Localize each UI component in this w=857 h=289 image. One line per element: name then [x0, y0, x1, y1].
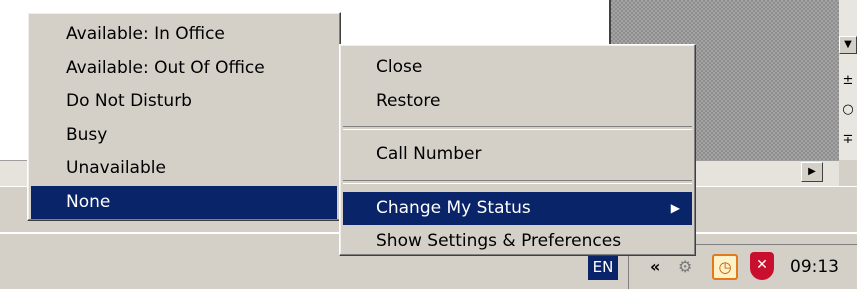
- scroll-prev-icon[interactable]: ±: [840, 74, 856, 88]
- menu-item-label: Do Not Disturb: [66, 91, 192, 111]
- menu-item-available-out-of-office[interactable]: Available: Out Of Office: [28, 52, 340, 86]
- menu-item-label: Call Number: [376, 144, 482, 164]
- menu-item-change-my-status[interactable]: Change My Status ▶: [343, 191, 692, 225]
- security-shield-icon[interactable]: ✕: [750, 252, 774, 280]
- menu-item-label: Unavailable: [66, 158, 166, 178]
- clock[interactable]: 09:13: [790, 254, 839, 280]
- menu-item-label: Available: In Office: [66, 24, 225, 44]
- menu-item-label: Busy: [66, 124, 108, 145]
- menu-separator: [343, 126, 692, 130]
- menu-item-call-number[interactable]: Call Number: [340, 138, 695, 172]
- menu-item-do-not-disturb[interactable]: Do Not Disturb: [28, 85, 340, 119]
- menu-item-close[interactable]: Close: [340, 51, 695, 85]
- clock-app-icon[interactable]: ◷: [712, 254, 738, 280]
- browse-object-icon[interactable]: ○: [840, 103, 856, 117]
- tray-context-menu: Close Restore Call Number Change My Stat…: [339, 44, 696, 256]
- status-submenu: Available: In Office Available: Out Of O…: [27, 12, 341, 221]
- menu-separator: [343, 179, 692, 184]
- menu-item-label: Close: [376, 57, 423, 77]
- menu-item-label: Change My Status: [376, 197, 531, 218]
- menu-item-label: None: [66, 191, 111, 212]
- menu-item-restore[interactable]: Restore: [340, 85, 695, 119]
- menu-item-unavailable[interactable]: Unavailable: [28, 152, 340, 186]
- menu-item-label: Restore: [376, 90, 441, 111]
- menu-item-none[interactable]: None: [31, 185, 337, 219]
- menu-item-show-settings[interactable]: Show Settings & Preferences: [340, 225, 695, 259]
- menu-item-available-in-office[interactable]: Available: In Office: [28, 18, 340, 52]
- menu-item-label: Available: Out Of Office: [66, 57, 265, 78]
- scroll-next-icon[interactable]: ∓: [840, 133, 856, 147]
- scroll-down-button[interactable]: ▼: [839, 36, 857, 54]
- scroll-right-button[interactable]: ▶: [801, 162, 823, 182]
- menu-item-busy[interactable]: Busy: [28, 119, 340, 153]
- menu-item-label: Show Settings & Preferences: [376, 231, 622, 251]
- submenu-arrow-icon: ▶: [670, 200, 680, 215]
